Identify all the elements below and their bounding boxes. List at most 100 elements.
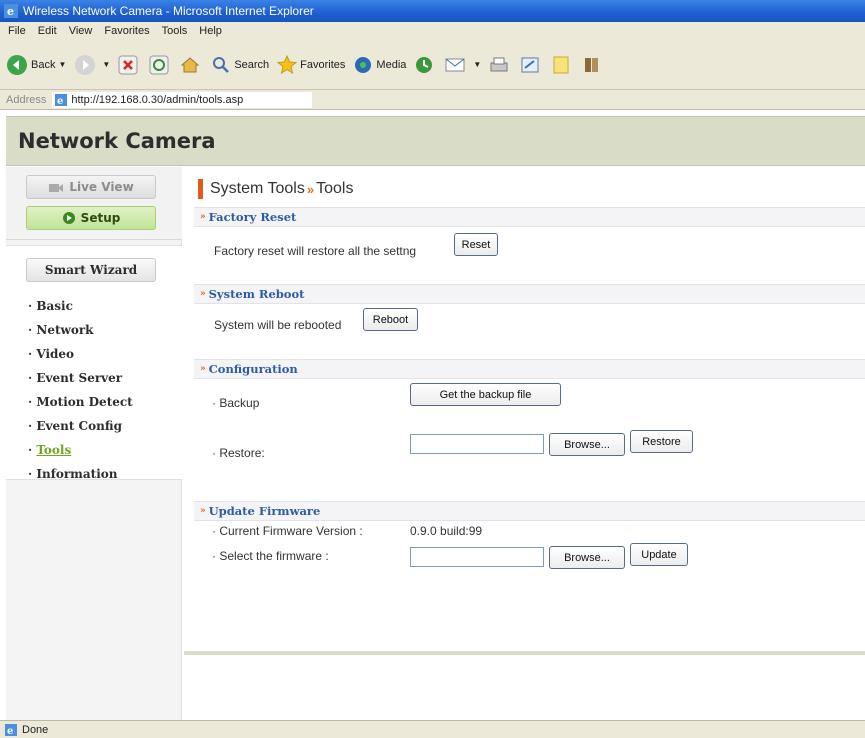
sidebar-item-basic[interactable]: · Basic <box>28 294 133 318</box>
restore-file-input[interactable] <box>410 434 544 454</box>
main-content: System Tools » Tools » Factory Reset Fac… <box>184 167 865 655</box>
restore-label-text: Restore: <box>219 446 265 460</box>
discuss-button[interactable] <box>551 55 574 75</box>
favorites-label: Favorites <box>300 58 346 71</box>
menu-edit[interactable]: Edit <box>38 25 57 37</box>
title-accent-bar <box>198 179 203 199</box>
sidebar-item-label: Event Config <box>36 419 122 433</box>
live-view-button[interactable]: Live View <box>26 175 156 199</box>
address-input[interactable]: e http://192.168.0.30/admin/tools.asp <box>52 91 313 108</box>
sidebar-item-label: Network <box>36 323 94 337</box>
home-icon <box>180 56 200 72</box>
svg-text:e: e <box>7 726 13 737</box>
restore-browse-button[interactable]: Browse... <box>549 433 625 456</box>
edit-button[interactable] <box>520 55 543 75</box>
refresh-icon <box>149 55 169 74</box>
mail-button[interactable]: ▼ <box>445 55 481 75</box>
mail-icon <box>445 58 465 71</box>
history-button[interactable] <box>414 55 437 75</box>
sidebar-item-video[interactable]: · Video <box>28 342 133 366</box>
sidebar-item-label: Basic <box>36 299 73 313</box>
forward-button[interactable]: ▼ <box>74 54 110 76</box>
update-firmware-title: Update Firmware <box>208 504 321 518</box>
menu-tools[interactable]: Tools <box>162 25 188 37</box>
sidebar-top: Live View Setup <box>6 167 182 240</box>
search-icon <box>213 56 230 73</box>
double-chevron-icon: » <box>200 212 206 222</box>
page-title: Network Camera <box>18 129 216 153</box>
smart-wizard-label: Smart Wizard <box>44 263 138 277</box>
double-chevron-icon: » <box>200 506 206 516</box>
smart-wizard-button[interactable]: Smart Wizard <box>26 258 156 282</box>
window-title: Wireless Network Camera - Microsoft Inte… <box>23 4 314 18</box>
status-text: Done <box>22 723 49 736</box>
sidebar-item-event-server[interactable]: · Event Server <box>28 366 133 390</box>
forward-arrow-icon <box>75 54 96 75</box>
refresh-button[interactable] <box>149 55 172 75</box>
sidebar: Live View Setup Smart Wizard · Basic · N… <box>6 167 182 720</box>
media-label: Media <box>376 58 407 71</box>
restore-button[interactable]: Restore <box>630 430 693 453</box>
live-view-label: Live View <box>69 180 134 194</box>
sidebar-item-event-config[interactable]: · Event Config <box>28 414 133 438</box>
media-icon <box>355 56 372 73</box>
breadcrumb-page: Tools <box>316 180 354 197</box>
stop-button[interactable] <box>118 55 141 75</box>
search-label: Search <box>234 58 270 71</box>
address-label: Address <box>6 93 47 106</box>
firmware-browse-button[interactable]: Browse... <box>549 546 625 569</box>
restore-label: · Restore: <box>212 446 265 460</box>
setup-label: Setup <box>80 211 121 225</box>
backup-label: · Backup <box>212 396 260 410</box>
menu-favorites[interactable]: Favorites <box>104 25 149 37</box>
select-firmware-label-text: Select the firmware : <box>219 549 329 563</box>
current-firmware-label: · Current Firmware Version : <box>212 524 363 538</box>
favorites-button[interactable]: Favorites <box>277 54 346 75</box>
setup-icon <box>62 212 75 224</box>
menu-help[interactable]: Help <box>199 25 222 37</box>
backup-label-text: Backup <box>219 396 260 410</box>
sidebar-item-label: Tools <box>36 443 72 457</box>
sidebar-item-information[interactable]: · Information <box>28 462 133 486</box>
sidebar-menu: Smart Wizard · Basic · Network · Video ·… <box>6 245 182 481</box>
sidebar-item-label: Motion Detect <box>36 395 133 409</box>
chevron-right-icon: » <box>306 181 315 197</box>
printer-icon <box>490 57 508 71</box>
ie-icon: e <box>4 4 18 18</box>
stop-icon <box>118 55 138 74</box>
back-button[interactable]: Back ▼ <box>6 54 66 76</box>
camera-icon <box>49 184 64 192</box>
research-button[interactable] <box>582 55 605 75</box>
factory-reset-text: Factory reset will restore all the settn… <box>214 244 417 258</box>
sidebar-item-label: Information <box>36 467 118 481</box>
sidebar-item-network[interactable]: · Network <box>28 318 133 342</box>
menu-file[interactable]: File <box>8 25 26 37</box>
sidebar-item-label: Event Server <box>36 371 123 385</box>
firmware-file-input[interactable] <box>410 547 544 567</box>
reset-button[interactable]: Reset <box>454 233 498 256</box>
update-button[interactable]: Update <box>630 543 688 566</box>
double-chevron-icon: » <box>200 289 206 299</box>
get-backup-file-button[interactable]: Get the backup file <box>410 383 561 406</box>
sidebar-item-label: Video <box>36 347 75 361</box>
print-button[interactable] <box>489 55 512 75</box>
sidebar-item-tools[interactable]: · Tools <box>28 438 133 462</box>
reboot-button[interactable]: Reboot <box>363 308 418 331</box>
setup-button[interactable]: Setup <box>26 206 156 230</box>
search-button[interactable]: Search <box>211 55 269 75</box>
page-header: Network Camera <box>6 116 865 166</box>
back-arrow-icon <box>7 54 27 75</box>
system-reboot-title: System Reboot <box>208 287 305 301</box>
sidebar-item-motion-detect[interactable]: · Motion Detect <box>28 390 133 414</box>
status-bar: e Done <box>0 720 865 738</box>
media-button[interactable]: Media <box>353 55 406 75</box>
home-button[interactable] <box>180 55 203 75</box>
page-done-icon: e <box>5 723 17 737</box>
svg-text:e: e <box>7 5 14 18</box>
factory-reset-header: » Factory Reset <box>194 207 865 227</box>
current-firmware-label-text: Current Firmware Version : <box>219 524 363 538</box>
menu-view[interactable]: View <box>69 25 93 37</box>
system-reboot-header: » System Reboot <box>194 284 865 304</box>
history-icon <box>416 56 433 73</box>
configuration-header: » Configuration <box>194 359 865 379</box>
